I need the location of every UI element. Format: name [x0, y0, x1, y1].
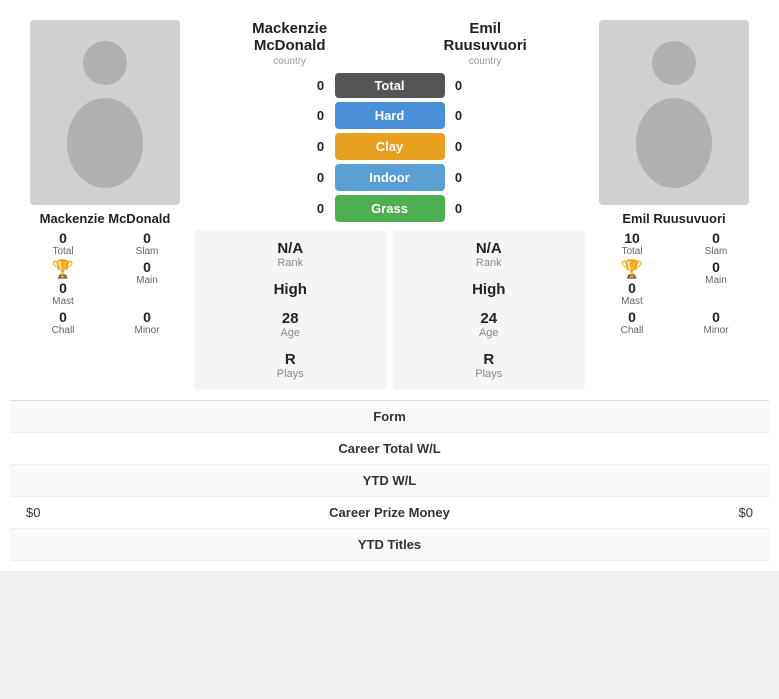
career-prize-right: $0: [571, 505, 753, 520]
right-rank-block: N/A Rank: [476, 240, 502, 269]
right-main-label: Main: [679, 275, 753, 286]
right-form-val: High: [472, 281, 505, 298]
left-player-name: Mackenzie McDonald: [40, 211, 171, 226]
right-trophy-icon: 🏆: [595, 259, 669, 280]
left-rank-lbl: Rank: [277, 257, 303, 269]
left-minor-value: 0: [110, 309, 184, 325]
left-minor-label: Minor: [110, 325, 184, 336]
right-player-name: Emil Ruusuvuori: [622, 211, 725, 226]
right-plays-val: R: [475, 351, 502, 368]
career-prize-label: Career Prize Money: [208, 505, 572, 520]
total-right-score: 0: [449, 78, 469, 93]
right-player-card: Emil Ruusuvuori 10 Total 0 Slam 🏆 0 Mast…: [589, 20, 759, 336]
right-mast-value: 0: [595, 280, 669, 296]
right-main-value: 0: [679, 259, 753, 275]
clay-row: 0 Clay 0: [194, 133, 585, 160]
grass-row: 0 Grass 0: [194, 195, 585, 222]
indoor-right-score: 0: [449, 170, 469, 185]
clay-left-score: 0: [311, 139, 331, 154]
left-plays-lbl: Plays: [277, 368, 304, 380]
right-country: country: [443, 56, 526, 67]
left-slam-value: 0: [110, 230, 184, 246]
hard-left-score: 0: [311, 108, 331, 123]
right-minor-label: Minor: [679, 325, 753, 336]
left-age-lbl: Age: [280, 327, 300, 339]
left-slam-label: Slam: [110, 246, 184, 257]
ytd-titles-row: YTD Titles: [10, 529, 769, 561]
left-player-avatar: [30, 20, 180, 205]
career-wl-label: Career Total W/L: [208, 441, 572, 456]
right-age-val: 24: [479, 310, 499, 327]
hard-btn[interactable]: Hard: [335, 102, 445, 129]
right-mast-label: Mast: [595, 296, 669, 307]
left-header-name: MackenzieMcDonald: [252, 20, 327, 54]
total-row: 0 Total 0: [194, 73, 585, 98]
left-age-val: 28: [280, 310, 300, 327]
left-form-val: High: [274, 281, 307, 298]
right-total-label: Total: [595, 246, 669, 257]
left-total-label: Total: [26, 246, 100, 257]
left-plays-block: R Plays: [277, 351, 304, 380]
grass-left-score: 0: [311, 201, 331, 216]
right-chall-label: Chall: [595, 325, 669, 336]
left-chall-value: 0: [26, 309, 100, 325]
total-left-score: 0: [311, 78, 331, 93]
left-chall-label: Chall: [26, 325, 100, 336]
form-row: Form: [10, 401, 769, 433]
grass-btn[interactable]: Grass: [335, 195, 445, 222]
career-wl-row: Career Total W/L: [10, 433, 769, 465]
left-main-value: 0: [110, 259, 184, 275]
clay-btn[interactable]: Clay: [335, 133, 445, 160]
right-plays-lbl: Plays: [475, 368, 502, 380]
hard-right-score: 0: [449, 108, 469, 123]
left-country: country: [252, 56, 327, 67]
right-total-value: 10: [595, 230, 669, 246]
left-player-stats: 0 Total 0 Slam 🏆 0 Mast 0 Main 0: [20, 230, 190, 336]
left-rank-val: N/A: [277, 240, 303, 257]
left-age-block: 28 Age: [280, 310, 300, 339]
right-player-stats: 10 Total 0 Slam 🏆 0 Mast 0 Main 0: [589, 230, 759, 336]
right-form-block: High: [472, 281, 505, 298]
left-total-value: 0: [26, 230, 100, 246]
right-age-lbl: Age: [479, 327, 499, 339]
left-main-label: Main: [110, 275, 184, 286]
right-minor-value: 0: [679, 309, 753, 325]
right-plays-block: R Plays: [475, 351, 502, 380]
indoor-row: 0 Indoor 0: [194, 164, 585, 191]
ytd-wl-label: YTD W/L: [208, 473, 572, 488]
bottom-stats: Form Career Total W/L YTD W/L $0 Career …: [10, 400, 769, 561]
right-slam-value: 0: [679, 230, 753, 246]
left-form-block: High: [274, 281, 307, 298]
right-chall-value: 0: [595, 309, 669, 325]
left-mast-label: Mast: [26, 296, 100, 307]
clay-right-score: 0: [449, 139, 469, 154]
left-trophy-icon: 🏆: [26, 259, 100, 280]
career-prize-left: $0: [26, 505, 208, 520]
ytd-titles-label: YTD Titles: [208, 537, 572, 552]
ytd-wl-row: YTD W/L: [10, 465, 769, 497]
indoor-left-score: 0: [311, 170, 331, 185]
total-btn[interactable]: Total: [335, 73, 445, 98]
left-rank-block: N/A Rank: [277, 240, 303, 269]
grass-right-score: 0: [449, 201, 469, 216]
right-age-block: 24 Age: [479, 310, 499, 339]
right-header-name: EmilRuusuvuori: [443, 20, 526, 54]
left-mast-value: 0: [26, 280, 100, 296]
right-rank-lbl: Rank: [476, 257, 502, 269]
form-label: Form: [171, 409, 607, 424]
right-slam-label: Slam: [679, 246, 753, 257]
left-plays-val: R: [277, 351, 304, 368]
left-player-card: Mackenzie McDonald 0 Total 0 Slam 🏆 0 Ma…: [20, 20, 190, 336]
hard-row: 0 Hard 0: [194, 102, 585, 129]
indoor-btn[interactable]: Indoor: [335, 164, 445, 191]
right-rank-val: N/A: [476, 240, 502, 257]
career-prize-row: $0 Career Prize Money $0: [10, 497, 769, 529]
right-player-avatar: [599, 20, 749, 205]
surfaces-section: 0 Total 0 0 Hard 0 0 Clay 0 0: [194, 73, 585, 222]
